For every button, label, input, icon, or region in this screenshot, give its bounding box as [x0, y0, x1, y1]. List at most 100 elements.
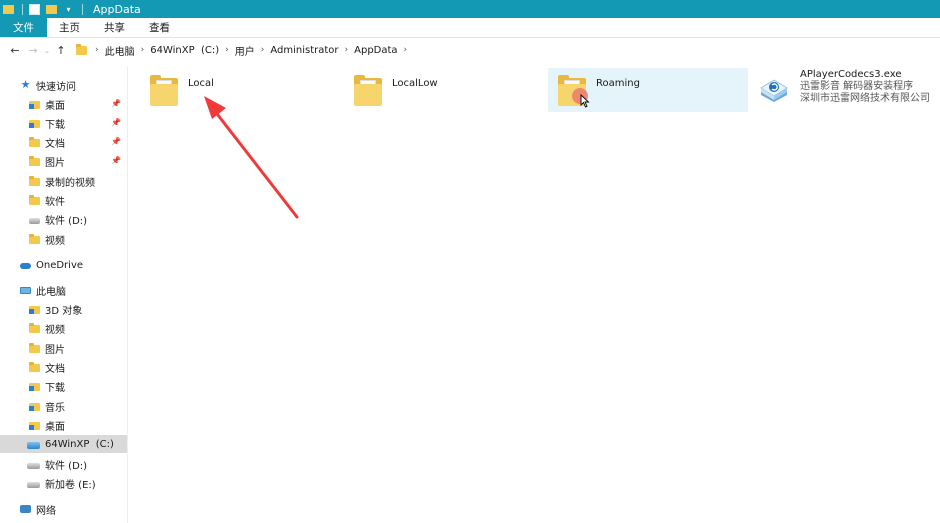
- sidebar-item-label: OneDrive: [36, 259, 84, 271]
- breadcrumb-separator[interactable]: ›: [345, 45, 349, 55]
- pin-icon[interactable]: 📌: [111, 118, 121, 127]
- folder-icon: [3, 5, 14, 14]
- sidebar-item-downloads[interactable]: 下载 📌: [0, 114, 127, 132]
- folder-icon: [150, 74, 178, 106]
- sidebar-item-label: 软件 (D:): [45, 460, 88, 472]
- sidebar-item-pc-desktop[interactable]: 桌面: [0, 416, 127, 434]
- file-name: LocalLow: [392, 78, 438, 89]
- tab-view[interactable]: 查看: [137, 18, 182, 37]
- sidebar-item-label: 下载: [45, 382, 65, 394]
- drive-icon: [27, 481, 40, 488]
- sidebar-item-desktop[interactable]: 桌面 📌: [0, 95, 127, 113]
- breadcrumb-separator[interactable]: ›: [95, 45, 99, 55]
- music-folder-icon: [29, 403, 40, 411]
- sidebar-item-music[interactable]: 音乐: [0, 397, 127, 415]
- download-icon: [29, 383, 40, 391]
- folder-item-locallow[interactable]: LocalLow: [348, 68, 538, 112]
- sidebar-item-label: 此电脑: [36, 286, 66, 298]
- breadcrumb-separator[interactable]: ›: [141, 45, 145, 55]
- breadcrumb-appdata[interactable]: AppData: [354, 45, 397, 56]
- sidebar-item-label: 软件: [45, 196, 65, 208]
- up-button[interactable]: ↑: [52, 41, 70, 59]
- ribbon-tabs: 文件 主页 共享 查看: [0, 18, 940, 38]
- arrow-up-icon: ↑: [56, 43, 66, 57]
- sidebar-item-quick-access[interactable]: ★ 快速访问: [0, 76, 127, 94]
- mouse-pointer-icon: [580, 94, 590, 108]
- sidebar-item-label: 软件 (D:): [45, 215, 88, 227]
- breadcrumb-separator[interactable]: ›: [225, 45, 229, 55]
- sidebar-item-label: 视频: [45, 235, 65, 247]
- back-button[interactable]: ←: [6, 41, 24, 59]
- toolbar-divider: [82, 3, 83, 15]
- pin-icon[interactable]: 📌: [111, 156, 121, 165]
- folder-item-roaming[interactable]: Roaming: [548, 68, 748, 112]
- new-folder-icon[interactable]: [46, 5, 57, 14]
- sidebar-item-onedrive[interactable]: OneDrive: [0, 256, 127, 274]
- sidebar-item-pc-downloads[interactable]: 下载: [0, 377, 127, 395]
- sidebar-item-pc-documents[interactable]: 文档: [0, 358, 127, 376]
- sidebar-item-3d-objects[interactable]: 3D 对象: [0, 300, 127, 318]
- sidebar-item-label: 桌面: [45, 100, 65, 112]
- tab-share[interactable]: 共享: [92, 18, 137, 37]
- chevron-down-icon: ⌄: [43, 45, 51, 55]
- folder-icon: [76, 43, 87, 55]
- folder-icon: [29, 176, 40, 186]
- properties-icon[interactable]: [29, 3, 40, 15]
- sidebar-item-label: 图片: [45, 157, 65, 169]
- folder-item-local[interactable]: Local: [144, 68, 334, 112]
- pin-icon[interactable]: 📌: [111, 137, 121, 146]
- sidebar-item-label: 文档: [45, 363, 65, 375]
- sidebar-item-recorded-videos[interactable]: 录制的视频: [0, 172, 127, 190]
- breadcrumb[interactable]: › 此电脑 › 64WinXP (C:) › 用户 › Administrato…: [76, 43, 413, 58]
- download-icon: [29, 120, 40, 128]
- breadcrumb-administrator[interactable]: Administrator: [270, 45, 338, 56]
- sidebar-item-videos[interactable]: 视频: [0, 230, 127, 248]
- sidebar-item-label: 音乐: [45, 402, 65, 414]
- breadcrumb-this-pc[interactable]: 此电脑: [105, 43, 135, 58]
- recent-locations-button[interactable]: ⌄: [42, 41, 52, 59]
- sidebar-item-software[interactable]: 软件: [0, 191, 127, 209]
- sidebar-item-pc-videos[interactable]: 视频: [0, 319, 127, 337]
- forward-button[interactable]: →: [24, 41, 42, 59]
- toolbar-divider: [22, 3, 23, 15]
- sidebar-item-network[interactable]: 网络: [0, 500, 127, 518]
- sidebar-item-label: 桌面: [45, 421, 65, 433]
- folder-icon: [354, 74, 382, 106]
- sidebar-item-documents[interactable]: 文档 📌: [0, 133, 127, 151]
- breadcrumb-separator[interactable]: ›: [261, 45, 265, 55]
- sidebar-item-d-drive[interactable]: 软件 (D:): [0, 455, 127, 473]
- star-icon: ★: [20, 78, 31, 91]
- breadcrumb-separator[interactable]: ›: [404, 45, 408, 55]
- sidebar-item-this-pc[interactable]: 此电脑: [0, 281, 127, 299]
- folder-icon: [29, 234, 40, 244]
- sidebar-item-label: 视频: [45, 324, 65, 336]
- tab-file[interactable]: 文件: [0, 18, 47, 37]
- sidebar-item-software-drive[interactable]: 软件 (D:): [0, 210, 127, 228]
- navigation-pane: ★ 快速访问 桌面 📌 下载 📌 文档 📌 图片 📌 录制的视频 软件 软件 (…: [0, 66, 128, 523]
- sidebar-item-e-drive[interactable]: 新加卷 (E:): [0, 474, 127, 492]
- file-company: 深圳市迅雷网络技术有限公司: [800, 93, 930, 104]
- sidebar-item-pictures[interactable]: 图片 📌: [0, 152, 127, 170]
- sidebar-item-pc-pictures[interactable]: 图片: [0, 339, 127, 357]
- breadcrumb-c-drive[interactable]: 64WinXP (C:): [150, 45, 219, 56]
- pin-icon[interactable]: 📌: [111, 99, 121, 108]
- folder-icon: [29, 323, 40, 333]
- quick-access-toolbar: ▾: [0, 0, 89, 18]
- chevron-down-icon[interactable]: ▾: [63, 4, 74, 15]
- file-name: Local: [188, 78, 214, 89]
- file-details: APlayerCodecs3.exe 迅雷影音 解码器安装程序 深圳市迅雷网络技…: [800, 69, 930, 105]
- folder-blue-icon: [29, 306, 40, 314]
- arrow-left-icon: ←: [10, 43, 20, 57]
- sidebar-item-label: 新加卷 (E:): [45, 479, 96, 491]
- sidebar-item-label: 3D 对象: [45, 305, 83, 317]
- breadcrumb-users[interactable]: 用户: [235, 43, 255, 58]
- sidebar-item-label: 网络: [36, 505, 56, 517]
- title-bar: ▾ AppData: [0, 0, 940, 18]
- c-drive-icon: [27, 442, 40, 449]
- window-title: AppData: [93, 2, 141, 16]
- sidebar-item-c-drive[interactable]: 64WinXP (C:): [0, 435, 127, 453]
- folder-icon: [29, 362, 40, 372]
- file-item-aplayercodecs[interactable]: APlayerCodecs3.exe 迅雷影音 解码器安装程序 深圳市迅雷网络技…: [752, 68, 940, 112]
- arrow-right-icon: →: [28, 43, 38, 57]
- tab-home[interactable]: 主页: [47, 18, 92, 37]
